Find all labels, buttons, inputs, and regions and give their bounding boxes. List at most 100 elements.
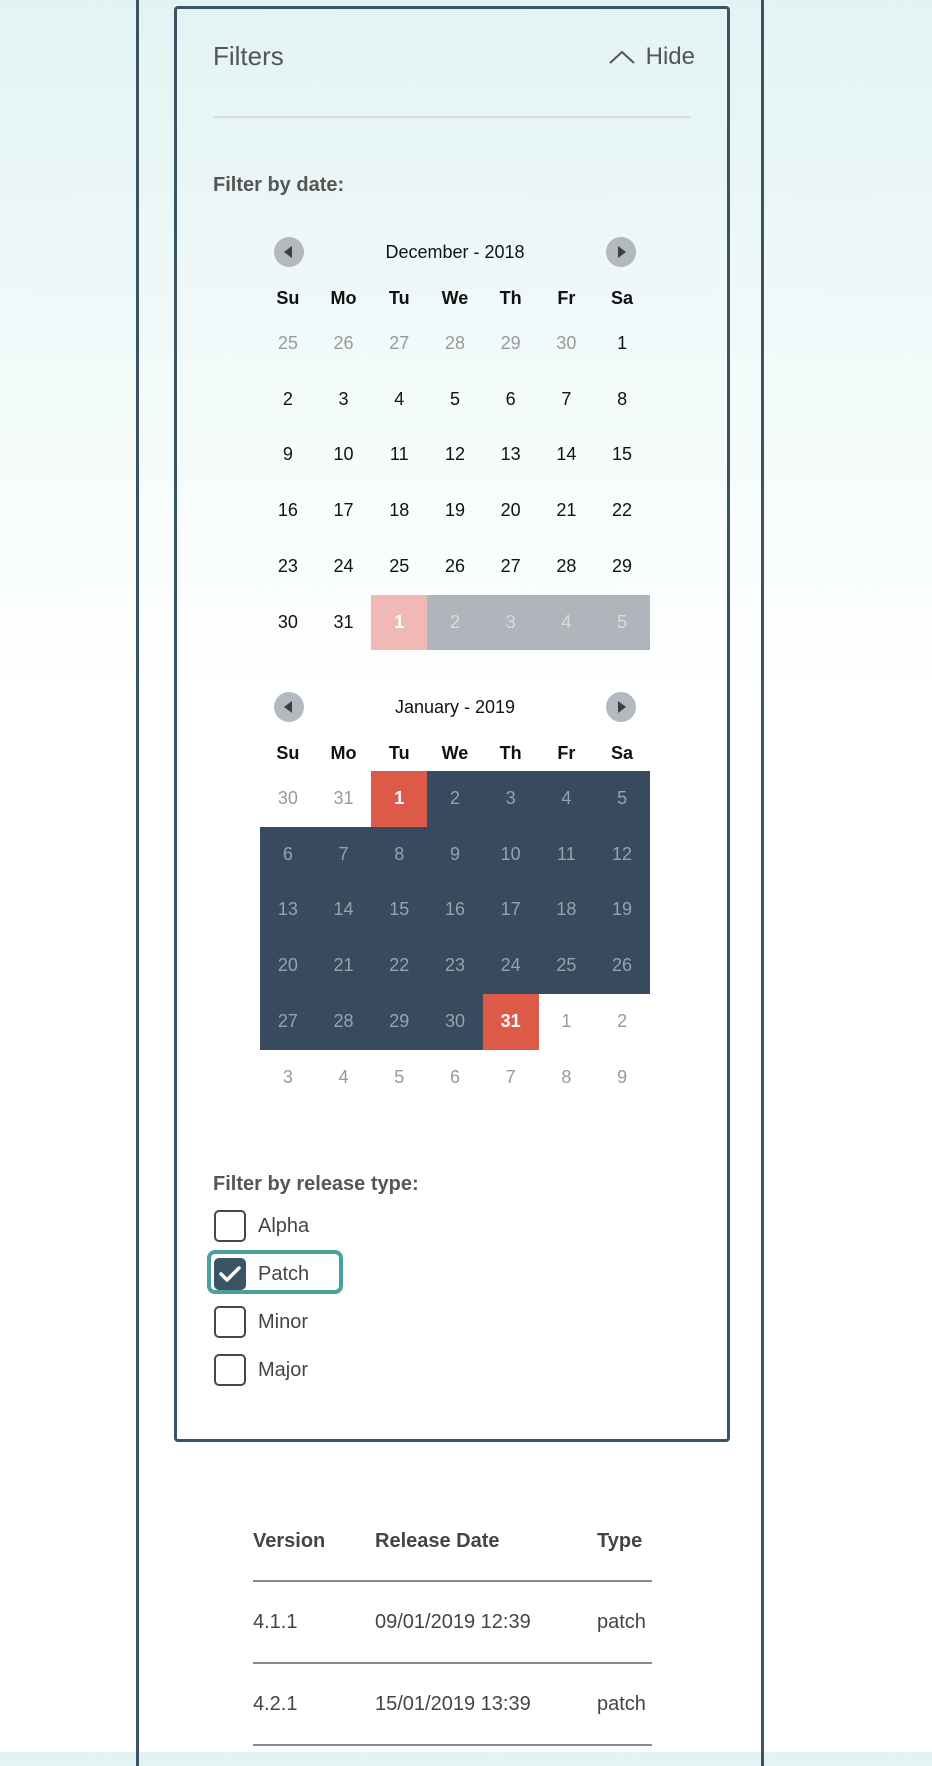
calendar-day[interactable]: 8 — [539, 1050, 595, 1106]
calendar-day[interactable]: 31 — [482, 993, 539, 1050]
calendar-day[interactable]: 6 — [427, 1050, 483, 1106]
calendar-day[interactable]: 13 — [483, 427, 539, 483]
calendar-day[interactable]: 21 — [315, 938, 372, 994]
calendar-day[interactable]: 27 — [483, 539, 539, 595]
calendar-day[interactable]: 8 — [371, 826, 428, 883]
calendar-day[interactable]: 27 — [371, 316, 427, 372]
calendar-day[interactable]: 17 — [316, 483, 372, 539]
calendar-day[interactable]: 30 — [260, 771, 316, 827]
calendar-day[interactable]: 7 — [483, 1050, 539, 1106]
calendar-day[interactable]: 2 — [427, 771, 483, 827]
calendar-day[interactable]: 30 — [260, 595, 316, 651]
calendar-day[interactable]: 26 — [427, 539, 483, 595]
checkbox-label: Alpha — [258, 1214, 310, 1237]
release-type-patch-checkbox[interactable]: Patch — [207, 1250, 348, 1298]
calendar-day[interactable]: 7 — [315, 826, 372, 883]
calendar-day[interactable]: 1 — [594, 316, 650, 372]
calendar-day[interactable]: 2 — [427, 594, 483, 651]
calendar-day[interactable]: 17 — [482, 882, 539, 939]
calendar-day[interactable]: 26 — [316, 316, 372, 372]
next-month-button[interactable] — [606, 237, 636, 267]
calendar-day[interactable]: 28 — [315, 993, 372, 1050]
calendar-day[interactable]: 30 — [427, 993, 483, 1050]
calendar-day[interactable]: 18 — [538, 882, 595, 939]
calendar-day[interactable]: 10 — [316, 427, 372, 483]
calendar-day[interactable]: 31 — [316, 595, 372, 651]
calendar-day[interactable]: 29 — [483, 316, 539, 372]
calendar-day[interactable]: 11 — [371, 427, 427, 483]
checkbox-box[interactable] — [214, 1354, 246, 1386]
calendar-day[interactable]: 8 — [594, 372, 650, 428]
calendar-day[interactable]: 4 — [538, 594, 595, 651]
calendar-day[interactable]: 6 — [483, 372, 539, 428]
calendar-day[interactable]: 5 — [594, 594, 650, 651]
checkbox-box[interactable] — [214, 1258, 246, 1290]
calendar-day[interactable]: 11 — [538, 826, 595, 883]
calendar-day[interactable]: 24 — [316, 539, 372, 595]
calendar-day[interactable]: 6 — [260, 826, 316, 883]
calendar-day[interactable]: 12 — [594, 826, 650, 883]
next-month-button[interactable] — [606, 692, 636, 722]
calendar-day[interactable]: 3 — [482, 771, 539, 827]
calendar-day[interactable]: 28 — [539, 539, 595, 595]
calendar-day[interactable]: 10 — [482, 826, 539, 883]
calendar-day[interactable]: 22 — [371, 938, 428, 994]
table-row[interactable]: 4.2.1 15/01/2019 13:39 patch — [253, 1664, 652, 1746]
calendar-day[interactable]: 20 — [483, 483, 539, 539]
calendar-day[interactable]: 9 — [260, 427, 316, 483]
calendar-day[interactable]: 12 — [427, 427, 483, 483]
checkbox-box[interactable] — [214, 1306, 246, 1338]
calendar-day[interactable]: 28 — [427, 316, 483, 372]
calendar-day[interactable]: 24 — [482, 938, 539, 994]
calendar-day[interactable]: 1 — [539, 994, 595, 1050]
calendar-day[interactable]: 21 — [539, 483, 595, 539]
checkbox-box[interactable] — [214, 1210, 246, 1242]
calendar-day[interactable]: 16 — [260, 483, 316, 539]
calendar-day[interactable]: 9 — [594, 1050, 650, 1106]
calendar-day[interactable]: 23 — [260, 539, 316, 595]
calendar-day[interactable]: 2 — [594, 994, 650, 1050]
calendar-day[interactable]: 15 — [594, 427, 650, 483]
calendar-day[interactable]: 19 — [594, 882, 650, 939]
calendar-day[interactable]: 25 — [538, 938, 595, 994]
calendar-day[interactable]: 4 — [538, 771, 595, 827]
calendar-day[interactable]: 29 — [371, 993, 428, 1050]
calendar-day[interactable]: 22 — [594, 483, 650, 539]
calendar-day[interactable]: 9 — [427, 826, 483, 883]
calendar-day[interactable]: 4 — [371, 372, 427, 428]
calendar-day[interactable]: 18 — [371, 483, 427, 539]
calendar-day[interactable]: 23 — [427, 938, 483, 994]
calendar-day[interactable]: 31 — [316, 771, 372, 827]
calendar-day[interactable]: 26 — [594, 938, 650, 994]
calendar-day[interactable]: 15 — [371, 882, 428, 939]
weekday-label: Tu — [388, 743, 410, 763]
calendar-day[interactable]: 20 — [260, 938, 316, 994]
calendar-day[interactable]: 1 — [371, 594, 428, 651]
release-type-major-checkbox[interactable]: Major — [208, 1346, 348, 1394]
calendar-day[interactable]: 25 — [260, 316, 316, 372]
calendar-day[interactable]: 3 — [316, 372, 372, 428]
calendar-day[interactable]: 3 — [260, 1050, 316, 1106]
calendar-day[interactable]: 13 — [260, 882, 316, 939]
calendar-day[interactable]: 29 — [594, 539, 650, 595]
calendar-day[interactable]: 30 — [539, 316, 595, 372]
calendar-day[interactable]: 4 — [316, 1050, 372, 1106]
calendar-day[interactable]: 25 — [371, 539, 427, 595]
table-row[interactable]: 4.1.1 09/01/2019 12:39 patch — [253, 1582, 652, 1664]
calendar-day[interactable]: 5 — [371, 1050, 427, 1106]
release-type-minor-checkbox[interactable]: Minor — [208, 1298, 348, 1346]
calendar-day[interactable]: 16 — [427, 882, 483, 939]
calendar-day[interactable]: 19 — [427, 483, 483, 539]
calendar-day[interactable]: 2 — [260, 372, 316, 428]
calendar-day[interactable]: 1 — [371, 771, 428, 827]
calendar-day[interactable]: 3 — [482, 594, 539, 651]
calendar-day[interactable]: 5 — [427, 372, 483, 428]
weekday-label: Tu — [388, 288, 410, 308]
hide-filters-button[interactable]: Hide — [608, 43, 695, 71]
calendar-day[interactable]: 14 — [315, 882, 372, 939]
release-type-alpha-checkbox[interactable]: Alpha — [208, 1202, 348, 1250]
calendar-day[interactable]: 27 — [260, 993, 316, 1050]
calendar-day[interactable]: 5 — [594, 771, 650, 827]
calendar-day[interactable]: 7 — [539, 372, 595, 428]
calendar-day[interactable]: 14 — [539, 427, 595, 483]
